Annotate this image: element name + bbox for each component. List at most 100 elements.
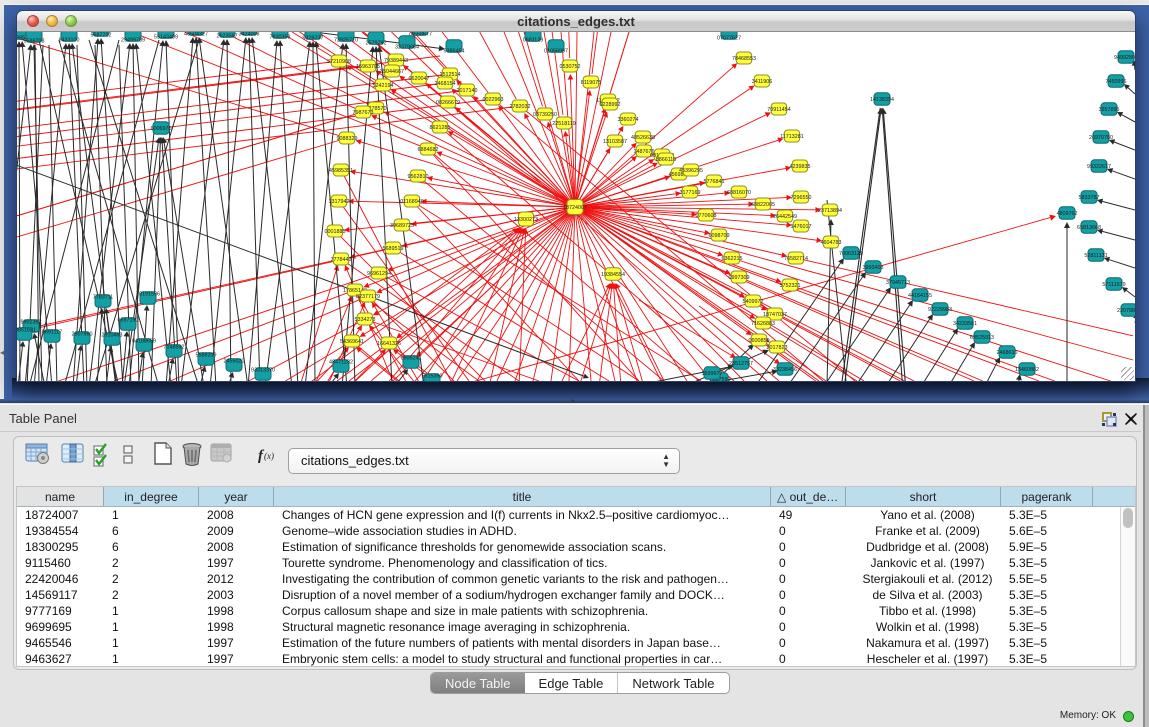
- svg-text:94992805: 94992805: [1114, 55, 1135, 61]
- svg-text:2910463: 2910463: [102, 333, 123, 339]
- svg-text:5615350: 5615350: [422, 374, 443, 380]
- svg-text:08739250: 08739250: [533, 112, 557, 118]
- svg-text:5334278: 5334278: [355, 317, 376, 323]
- svg-text:92229983: 92229983: [928, 307, 952, 313]
- svg-text:70063129: 70063129: [839, 251, 863, 257]
- svg-text:1699977: 1699977: [702, 371, 723, 377]
- svg-text:14138394: 14138394: [870, 97, 894, 103]
- svg-text:4809762: 4809762: [1057, 211, 1078, 217]
- svg-text:7830358: 7830358: [270, 35, 291, 41]
- svg-text:8433100: 8433100: [59, 38, 80, 44]
- svg-text:45396295: 45396295: [679, 168, 703, 174]
- svg-text:22518119: 22518119: [552, 121, 576, 127]
- svg-text:6906241: 6906241: [401, 356, 422, 362]
- svg-text:68822005: 68822005: [751, 202, 775, 208]
- svg-text:7450996: 7450996: [1106, 79, 1127, 85]
- svg-text:6362215: 6362215: [722, 256, 743, 262]
- svg-text:16641326: 16641326: [377, 341, 401, 347]
- svg-text:0600850: 0600850: [749, 338, 770, 344]
- svg-text:23713894: 23713894: [818, 208, 842, 214]
- svg-text:15963705: 15963705: [356, 64, 380, 70]
- svg-text:13103587: 13103587: [603, 139, 627, 145]
- svg-text:0997309: 0997309: [729, 275, 750, 281]
- svg-text:2523567: 2523567: [217, 34, 238, 40]
- svg-text:3177169: 3177169: [680, 190, 701, 196]
- svg-text:3411906: 3411906: [752, 79, 773, 85]
- svg-text:7783711: 7783711: [93, 295, 114, 301]
- svg-text:8621281: 8621281: [430, 125, 451, 131]
- svg-text:2017140: 2017140: [457, 88, 478, 94]
- svg-text:55143409: 55143409: [154, 35, 178, 41]
- svg-text:9562810: 9562810: [408, 174, 429, 180]
- svg-text:26970780: 26970780: [1089, 135, 1113, 141]
- svg-text:37945713: 37945713: [886, 280, 910, 286]
- svg-text:45985351: 45985351: [329, 168, 353, 174]
- svg-text:0620047: 0620047: [409, 76, 430, 82]
- svg-text:04188659: 04188659: [132, 339, 156, 345]
- svg-text:28512757: 28512757: [729, 361, 753, 367]
- svg-text:0681129: 0681129: [523, 38, 544, 44]
- svg-text:11713281: 11713281: [780, 134, 804, 140]
- svg-text:2468616: 2468616: [997, 350, 1018, 356]
- svg-text:13300273: 13300273: [514, 217, 538, 223]
- svg-text:2455020: 2455020: [224, 359, 245, 365]
- svg-text:0530752: 0530752: [560, 64, 581, 70]
- svg-text:4239835: 4239835: [790, 164, 811, 170]
- svg-text:3993408: 3993408: [863, 265, 884, 271]
- svg-text:54369641: 54369641: [340, 339, 364, 345]
- svg-text:48471232: 48471232: [329, 360, 353, 366]
- svg-text:34233581: 34233581: [953, 321, 977, 327]
- svg-text:01056997: 01056997: [544, 49, 568, 55]
- svg-text:5833787: 5833787: [1079, 195, 1100, 201]
- svg-text:78468553: 78468553: [732, 56, 756, 62]
- svg-text:6006970: 6006970: [151, 126, 172, 132]
- svg-text:4604783: 4604783: [821, 240, 842, 246]
- svg-text:5386454: 5386454: [444, 49, 465, 55]
- svg-text:5409972: 5409972: [743, 299, 764, 305]
- svg-text:26442549: 26442549: [773, 214, 797, 220]
- svg-text:2579792: 2579792: [366, 41, 387, 47]
- svg-text:2468154: 2468154: [435, 81, 456, 87]
- svg-text:96961294: 96961294: [367, 271, 391, 277]
- svg-text:8119075: 8119075: [581, 80, 602, 86]
- svg-text:5776841: 5776841: [704, 179, 725, 185]
- svg-text:9902352: 9902352: [21, 320, 42, 326]
- svg-text:9088329: 9088329: [337, 136, 358, 142]
- svg-text:1317942: 1317942: [329, 199, 350, 205]
- svg-text:0228992: 0228992: [600, 102, 621, 108]
- svg-text:7296550: 7296550: [791, 195, 812, 201]
- svg-text:46504327: 46504327: [184, 32, 208, 38]
- svg-text:13460882: 13460882: [1015, 367, 1039, 373]
- svg-text:74558677: 74558677: [408, 32, 432, 38]
- svg-text:6098709: 6098709: [709, 233, 730, 239]
- svg-text:33238456: 33238456: [773, 367, 797, 373]
- svg-text:2017823: 2017823: [767, 345, 788, 351]
- svg-text:(x): (x): [264, 451, 274, 461]
- svg-text:70191596: 70191596: [136, 292, 160, 298]
- svg-text:63525913: 63525913: [970, 335, 994, 341]
- svg-text:93313370: 93313370: [251, 368, 275, 374]
- svg-text:2782032: 2782032: [510, 104, 531, 110]
- svg-text:35044667: 35044667: [380, 69, 404, 75]
- svg-text:68816070: 68816070: [727, 190, 751, 196]
- svg-text:57111579: 57111579: [1102, 282, 1125, 288]
- svg-text:3424008: 3424008: [239, 32, 260, 38]
- svg-text:5588209: 5588209: [196, 353, 217, 359]
- svg-text:32379664: 32379664: [395, 45, 419, 51]
- svg-text:7778443: 7778443: [331, 257, 352, 263]
- svg-text:5242194: 5242194: [373, 83, 394, 89]
- svg-text:8866116: 8866116: [656, 157, 677, 163]
- svg-text:22079832: 22079832: [1117, 308, 1135, 314]
- svg-text:0691117: 0691117: [42, 330, 62, 336]
- svg-text:7987673: 7987673: [353, 110, 374, 116]
- svg-text:5752321: 5752321: [780, 283, 801, 289]
- svg-text:39689725: 39689725: [390, 223, 414, 229]
- svg-text:44164155: 44164155: [908, 293, 932, 299]
- svg-text:01168940: 01168940: [400, 199, 424, 205]
- svg-text:7148692: 7148692: [164, 345, 185, 351]
- svg-text:6597190: 6597190: [118, 318, 139, 324]
- svg-text:08266679: 08266679: [436, 100, 460, 106]
- svg-text:2907960: 2907960: [72, 332, 93, 338]
- svg-text:0770608: 0770608: [696, 213, 717, 219]
- svg-text:52811131: 52811131: [1084, 253, 1107, 259]
